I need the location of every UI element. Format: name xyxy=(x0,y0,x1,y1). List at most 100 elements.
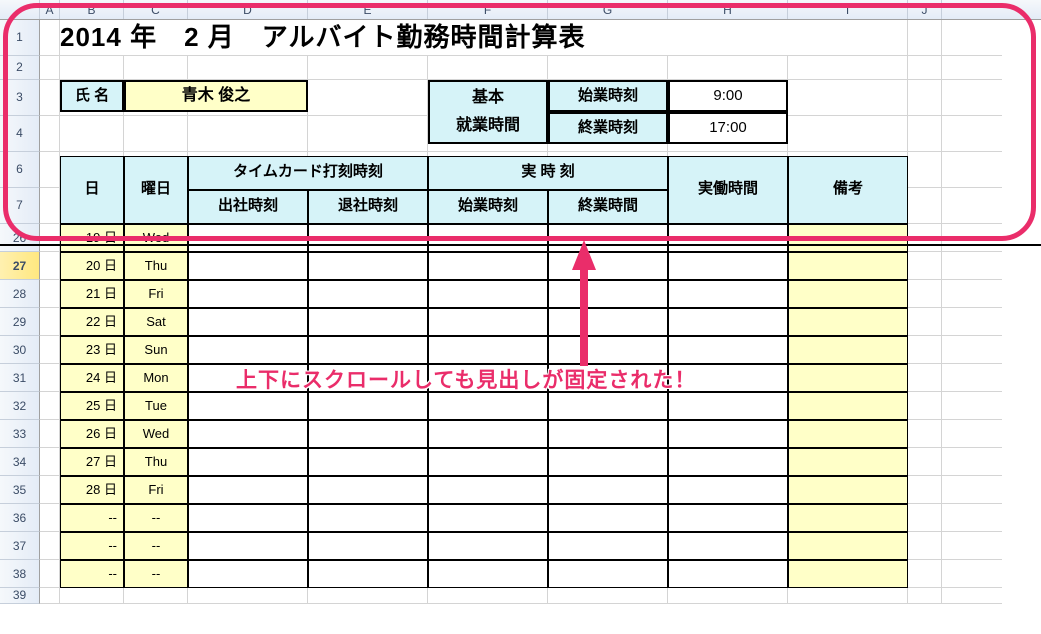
spreadsheet[interactable]: A B C D E F G H I J 1 2 3 4 6 7 26 27 28… xyxy=(0,0,1041,20)
cell[interactable] xyxy=(40,56,60,80)
cell[interactable] xyxy=(668,280,788,308)
cell[interactable] xyxy=(308,560,428,588)
start-time[interactable]: 9:00 xyxy=(668,80,788,112)
cell[interactable] xyxy=(548,224,668,252)
cell[interactable]: Sun xyxy=(124,336,188,364)
cell[interactable] xyxy=(188,504,308,532)
cell[interactable] xyxy=(40,476,60,504)
table-row[interactable]: 21 日Fri xyxy=(40,280,1002,308)
cell[interactable] xyxy=(942,504,1002,532)
cell[interactable] xyxy=(548,308,668,336)
cell[interactable] xyxy=(788,224,908,252)
cell[interactable] xyxy=(40,280,60,308)
cell[interactable] xyxy=(668,252,788,280)
cell[interactable]: Tue xyxy=(124,392,188,420)
row-28[interactable]: 28 xyxy=(0,280,40,308)
cell[interactable] xyxy=(308,252,428,280)
cell[interactable] xyxy=(188,308,308,336)
cell[interactable] xyxy=(548,532,668,560)
col-A[interactable]: A xyxy=(40,0,60,19)
cell[interactable] xyxy=(908,56,942,80)
row-2[interactable]: 2 xyxy=(0,56,40,80)
cell[interactable] xyxy=(908,476,942,504)
row-32[interactable]: 32 xyxy=(0,392,40,420)
cell[interactable] xyxy=(308,588,428,604)
cell[interactable] xyxy=(428,308,548,336)
cell[interactable]: 20 日 xyxy=(60,252,124,280)
row-36[interactable]: 36 xyxy=(0,504,40,532)
cell[interactable] xyxy=(942,588,1002,604)
cell[interactable] xyxy=(40,224,60,252)
cell[interactable] xyxy=(942,20,1002,56)
cell[interactable]: 28 日 xyxy=(60,476,124,504)
table-row[interactable]: 27 日Thu xyxy=(40,448,1002,476)
cell[interactable] xyxy=(188,560,308,588)
cell[interactable] xyxy=(40,504,60,532)
row-4[interactable]: 4 xyxy=(0,116,40,152)
table-row[interactable]: 25 日Tue xyxy=(40,392,1002,420)
cell[interactable] xyxy=(908,252,942,280)
cell[interactable] xyxy=(548,252,668,280)
cell[interactable]: 25 日 xyxy=(60,392,124,420)
select-all-corner[interactable] xyxy=(0,0,40,19)
cell[interactable] xyxy=(942,420,1002,448)
cell[interactable] xyxy=(668,308,788,336)
table-row[interactable]: ---- xyxy=(40,532,1002,560)
cell[interactable] xyxy=(188,252,308,280)
cell[interactable] xyxy=(908,420,942,448)
col-D[interactable]: D xyxy=(188,0,308,19)
cell[interactable] xyxy=(788,56,908,80)
col-E[interactable]: E xyxy=(308,0,428,19)
row-7[interactable]: 7 xyxy=(0,188,40,224)
cell[interactable]: 26 日 xyxy=(60,420,124,448)
cell[interactable]: Sat xyxy=(124,308,188,336)
cell[interactable] xyxy=(428,588,548,604)
cell[interactable] xyxy=(428,336,548,364)
row-headers[interactable]: 1 2 3 4 6 7 26 27 28 29 30 31 32 33 34 3… xyxy=(0,20,40,604)
cell[interactable] xyxy=(548,56,668,80)
cell[interactable] xyxy=(942,224,1002,252)
cell[interactable] xyxy=(428,532,548,560)
cell[interactable] xyxy=(188,336,308,364)
cell[interactable] xyxy=(668,56,788,80)
cell[interactable] xyxy=(668,224,788,252)
cell[interactable] xyxy=(908,588,942,604)
table-row[interactable]: ---- xyxy=(40,560,1002,588)
cell[interactable] xyxy=(40,252,60,280)
cell[interactable] xyxy=(548,392,668,420)
cell[interactable] xyxy=(942,336,1002,364)
cell[interactable] xyxy=(942,560,1002,588)
table-row[interactable]: ---- xyxy=(40,504,1002,532)
row-35[interactable]: 35 xyxy=(0,476,40,504)
cell[interactable] xyxy=(188,392,308,420)
row-33[interactable]: 33 xyxy=(0,420,40,448)
cell[interactable]: 21 日 xyxy=(60,280,124,308)
cell[interactable] xyxy=(908,532,942,560)
cell[interactable] xyxy=(308,336,428,364)
cell[interactable] xyxy=(942,280,1002,308)
cell[interactable] xyxy=(788,476,908,504)
cell[interactable] xyxy=(40,588,60,604)
col-C[interactable]: C xyxy=(124,0,188,19)
cell[interactable] xyxy=(40,392,60,420)
cell[interactable]: 19 日 xyxy=(60,224,124,252)
cell[interactable] xyxy=(308,56,428,80)
cell[interactable] xyxy=(788,532,908,560)
cell[interactable] xyxy=(188,224,308,252)
cell[interactable] xyxy=(40,308,60,336)
cell[interactable] xyxy=(668,420,788,448)
cell[interactable]: Thu xyxy=(124,252,188,280)
cell[interactable] xyxy=(548,504,668,532)
row-1[interactable]: 1 xyxy=(0,20,40,56)
col-J[interactable]: J xyxy=(908,0,942,19)
cell[interactable] xyxy=(908,560,942,588)
table-row[interactable]: 26 日Wed xyxy=(40,420,1002,448)
cell[interactable]: Thu xyxy=(124,448,188,476)
cell[interactable] xyxy=(40,560,60,588)
cell[interactable] xyxy=(668,560,788,588)
cell[interactable] xyxy=(188,56,308,80)
cell[interactable] xyxy=(308,308,428,336)
name-value[interactable]: 青木 俊之 xyxy=(124,80,308,112)
cell[interactable]: 24 日 xyxy=(60,364,124,392)
cell[interactable] xyxy=(548,476,668,504)
